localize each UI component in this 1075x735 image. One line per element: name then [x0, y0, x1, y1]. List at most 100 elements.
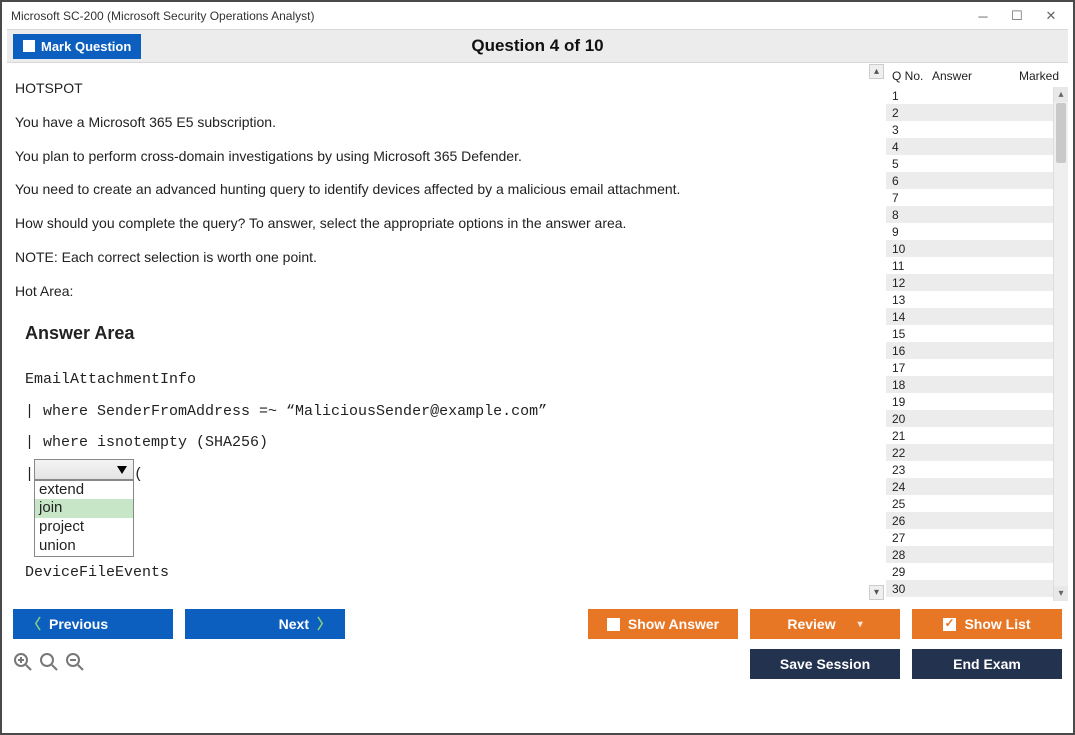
q-p2: You plan to perform cross-domain investi…	[15, 145, 877, 169]
list-item[interactable]: 5	[886, 155, 1068, 172]
row-number: 18	[892, 378, 922, 392]
code-l1: EmailAttachmentInfo	[25, 364, 877, 396]
list-item[interactable]: 15	[886, 325, 1068, 342]
list-item[interactable]: 26	[886, 512, 1068, 529]
chevron-right-icon: 〉	[317, 614, 331, 634]
row-number: 21	[892, 429, 922, 443]
checkbox-checked-icon	[943, 618, 956, 631]
dd-opt-project[interactable]: project	[35, 518, 133, 537]
row-number: 20	[892, 412, 922, 426]
list-item[interactable]: 2	[886, 104, 1068, 121]
dd-opt-join[interactable]: join	[35, 499, 133, 518]
row-number: 28	[892, 548, 922, 562]
row-number: 30	[892, 582, 922, 596]
list-item[interactable]: 4	[886, 138, 1068, 155]
row-number: 22	[892, 446, 922, 460]
scroll-up-icon[interactable]: ▴	[869, 64, 884, 79]
mark-question-button[interactable]: Mark Question	[13, 34, 141, 59]
q-p5: NOTE: Each correct selection is worth on…	[15, 246, 877, 270]
list-item[interactable]: 22	[886, 444, 1068, 461]
row-number: 12	[892, 276, 922, 290]
show-list-button[interactable]: Show List	[912, 609, 1062, 639]
chevron-left-icon: 〈	[27, 614, 41, 634]
maximize-icon[interactable]: ☐	[1010, 9, 1024, 23]
scroll-down-arrow-icon[interactable]: ▾	[1054, 586, 1068, 601]
list-item[interactable]: 13	[886, 291, 1068, 308]
zoom-in-icon[interactable]	[13, 652, 33, 677]
side-scrollbar[interactable]: ▴ ▾	[1053, 87, 1068, 601]
row-number: 26	[892, 514, 922, 528]
show-list-label: Show List	[964, 616, 1030, 632]
app-window: Microsoft SC-200 (Microsoft Security Ope…	[0, 0, 1075, 735]
list-item[interactable]: 27	[886, 529, 1068, 546]
row-number: 16	[892, 344, 922, 358]
code-block: EmailAttachmentInfo | where SenderFromAd…	[25, 364, 877, 588]
close-icon[interactable]: ✕	[1044, 9, 1058, 23]
answer-area-heading: Answer Area	[25, 318, 877, 349]
q-p6: Hot Area:	[15, 280, 877, 304]
dropdown-toggle[interactable]	[34, 459, 134, 480]
save-session-label: Save Session	[780, 656, 870, 672]
scroll-thumb[interactable]	[1056, 103, 1066, 163]
scroll-up-arrow-icon[interactable]: ▴	[1054, 87, 1068, 102]
list-item[interactable]: 11	[886, 257, 1068, 274]
show-answer-button[interactable]: Show Answer	[588, 609, 738, 639]
list-item[interactable]: 23	[886, 461, 1068, 478]
list-item[interactable]: 12	[886, 274, 1068, 291]
row-number: 2	[892, 106, 922, 120]
checkbox-icon	[23, 40, 35, 52]
zoom-icon[interactable]	[39, 652, 59, 677]
list-item[interactable]: 3	[886, 121, 1068, 138]
col-answer: Answer	[932, 69, 1014, 83]
list-item[interactable]: 7	[886, 189, 1068, 206]
scroll-down-icon[interactable]: ▾	[869, 585, 884, 600]
list-item[interactable]: 25	[886, 495, 1068, 512]
minimize-icon[interactable]: ─	[976, 9, 990, 23]
footer: 〈 Previous Next 〉 Show Answer Review Sho…	[7, 601, 1068, 691]
code-l4-pre: |	[25, 459, 34, 491]
save-session-button[interactable]: Save Session	[750, 649, 900, 679]
list-item[interactable]: 19	[886, 393, 1068, 410]
code-l5: DeviceFileEvents	[25, 557, 877, 589]
titlebar: Microsoft SC-200 (Microsoft Security Ope…	[7, 7, 1068, 29]
row-number: 1	[892, 89, 922, 103]
review-button[interactable]: Review	[750, 609, 900, 639]
dd-opt-union[interactable]: union	[35, 537, 133, 556]
list-item[interactable]: 20	[886, 410, 1068, 427]
list-item[interactable]: 17	[886, 359, 1068, 376]
window-title: Microsoft SC-200 (Microsoft Security Ope…	[11, 9, 314, 23]
col-marked: Marked	[1014, 69, 1064, 83]
previous-button[interactable]: 〈 Previous	[13, 609, 173, 639]
list-item[interactable]: 21	[886, 427, 1068, 444]
code-l3: | where isnotempty (SHA256)	[25, 427, 877, 459]
list-item[interactable]: 10	[886, 240, 1068, 257]
row-number: 9	[892, 225, 922, 239]
list-item[interactable]: 8	[886, 206, 1068, 223]
dropdown-1[interactable]: extend join project union	[34, 459, 134, 557]
list-item[interactable]: 14	[886, 308, 1068, 325]
list-item[interactable]: 30	[886, 580, 1068, 597]
zoom-out-icon[interactable]	[65, 652, 85, 677]
end-exam-label: End Exam	[953, 656, 1021, 672]
dd-opt-extend[interactable]: extend	[35, 481, 133, 500]
toolbar: Mark Question Question 4 of 10	[7, 29, 1068, 63]
list-item[interactable]: 6	[886, 172, 1068, 189]
list-item[interactable]: 1	[886, 87, 1068, 104]
question-list-body: 1234567891011121314151617181920212223242…	[886, 87, 1068, 601]
review-label: Review	[787, 616, 835, 632]
code-l2: | where SenderFromAddress =~ “MaliciousS…	[25, 396, 877, 428]
list-item[interactable]: 9	[886, 223, 1068, 240]
end-exam-button[interactable]: End Exam	[912, 649, 1062, 679]
list-item[interactable]: 24	[886, 478, 1068, 495]
row-number: 15	[892, 327, 922, 341]
next-label: Next	[279, 616, 309, 632]
question-list-panel: Q No. Answer Marked 12345678910111213141…	[885, 63, 1068, 601]
next-button[interactable]: Next 〉	[185, 609, 345, 639]
list-item[interactable]: 16	[886, 342, 1068, 359]
list-item[interactable]: 28	[886, 546, 1068, 563]
checkbox-icon	[607, 618, 620, 631]
list-item[interactable]: 29	[886, 563, 1068, 580]
list-item[interactable]: 18	[886, 376, 1068, 393]
row-number: 19	[892, 395, 922, 409]
row-number: 25	[892, 497, 922, 511]
